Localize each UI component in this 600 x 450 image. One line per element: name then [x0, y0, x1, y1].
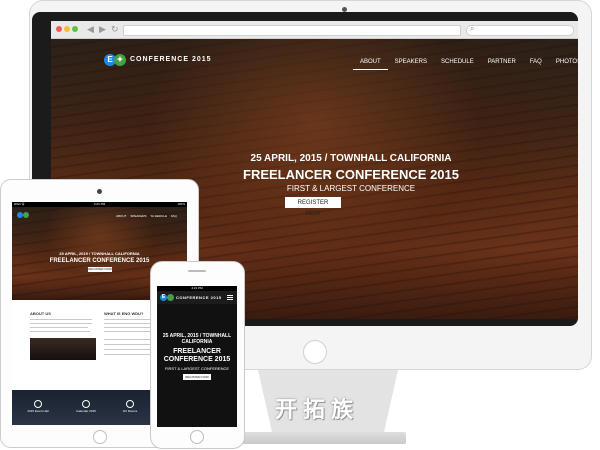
nav-photos[interactable]: PHOTOS — [549, 56, 578, 70]
text-line — [104, 349, 156, 350]
feature-item: 3/2 Rooms — [116, 400, 144, 413]
iphone-hero-title: FREELANCER CONFERENCE 2015 — [163, 348, 231, 363]
text-line — [30, 327, 88, 328]
feature-label: 2015 Event Hall — [27, 409, 49, 413]
iphone-hero-date: 25 APRIL, 2015 / TOWNHALL CALIFORNIA — [162, 333, 232, 345]
logo-text[interactable]: CONFERENCE 2015 — [130, 56, 212, 63]
iphone-hero-subtitle: FIRST & LARGEST CONFERENCE — [164, 366, 230, 371]
ipad-nav: ABOUT SPEAKERS SCHEDULE FAQ — [116, 214, 177, 218]
forward-arrow-icon[interactable]: ▶ — [99, 24, 106, 35]
iphone-mockup: 4:21 PM E CONFERENCE 2015 25 APRIL, 2015… — [150, 261, 245, 449]
hero-date-line: 25 APRIL, 2015 / TOWNHALL CALIFORNIA — [250, 153, 452, 164]
close-window-icon[interactable] — [56, 26, 62, 32]
nav-faq[interactable]: FAQ — [523, 56, 549, 70]
back-arrow-icon[interactable]: ◀ — [87, 24, 94, 35]
iphone-logo-icon[interactable]: E — [160, 294, 167, 301]
iphone-screen: 4:21 PM E CONFERENCE 2015 25 APRIL, 2015… — [157, 286, 237, 427]
ipad-nav-faq[interactable]: FAQ — [171, 214, 177, 218]
text-line — [30, 319, 92, 320]
browser-toolbar: ◀ ▶ ↻ ⌕ — [51, 21, 578, 39]
ipad-logo-bulb-icon — [23, 212, 29, 218]
search-icon: ⌕ — [470, 24, 475, 33]
rooms-icon — [126, 400, 134, 408]
ipad-home-button — [93, 430, 107, 444]
iphone-home-button — [190, 430, 204, 444]
register-now-button[interactable]: REGISTER NOW — [285, 197, 341, 217]
text-line — [30, 323, 92, 324]
iphone-speaker — [188, 270, 206, 272]
minimize-window-icon[interactable] — [64, 26, 70, 32]
iphone-register-button[interactable]: REGISTER NOW — [183, 374, 211, 380]
nav-speakers[interactable]: SPEAKERS — [388, 56, 434, 70]
nav-about[interactable]: ABOUT — [353, 56, 388, 70]
ipad-what-heading: WHAT IS ENG WDU? — [104, 311, 144, 316]
ipad-camera-icon — [97, 189, 102, 194]
iphone-logo-text[interactable]: CONFERENCE 2015 — [176, 295, 222, 300]
text-line — [30, 331, 90, 332]
ipad-hero-date: 25 APRIL, 2015 / TOWNHALL CALIFORNIA — [59, 251, 140, 256]
feature-item: 2015 Event Hall — [24, 400, 52, 413]
text-line — [104, 344, 152, 345]
ipad-nav-schedule[interactable]: SCHEDULE — [151, 214, 167, 218]
maximize-window-icon[interactable] — [72, 26, 78, 32]
ipad-about-image — [30, 338, 96, 360]
watermark-text: 开拓族 — [274, 397, 359, 423]
top-navigation: ABOUT SPEAKERS SCHEDULE PARTNER FAQ PHOT… — [353, 56, 578, 70]
nav-schedule[interactable]: SCHEDULE — [434, 56, 481, 70]
nav-partner[interactable]: PARTNER — [481, 56, 523, 70]
iphone-logo-bulb-icon — [167, 294, 174, 301]
iphone-header: E CONFERENCE 2015 — [157, 291, 237, 304]
hall-icon — [34, 400, 42, 408]
browser-search-field[interactable]: ⌕ — [466, 24, 574, 36]
ipad-nav-speakers[interactable]: SPEAKERS — [130, 214, 146, 218]
ipad-register-button[interactable]: REGISTER NOW — [88, 267, 112, 272]
text-line — [104, 354, 150, 355]
refresh-icon[interactable]: ↻ — [111, 24, 119, 35]
ipad-nav-about[interactable]: ABOUT — [116, 214, 126, 218]
ipad-about-heading: ABOUT US — [30, 311, 51, 316]
address-bar[interactable] — [123, 25, 461, 36]
feature-label: 3/2 Rooms — [122, 409, 138, 413]
imac-base — [228, 432, 406, 444]
feature-label: Calendar 2015 — [76, 409, 96, 413]
imac-logo-button — [303, 340, 327, 364]
feature-item: Calendar 2015 — [72, 400, 100, 413]
logo-bulb-icon: ✦ — [114, 54, 126, 66]
menu-icon[interactable] — [227, 295, 233, 301]
calendar-icon — [82, 400, 90, 408]
text-line — [104, 339, 154, 340]
